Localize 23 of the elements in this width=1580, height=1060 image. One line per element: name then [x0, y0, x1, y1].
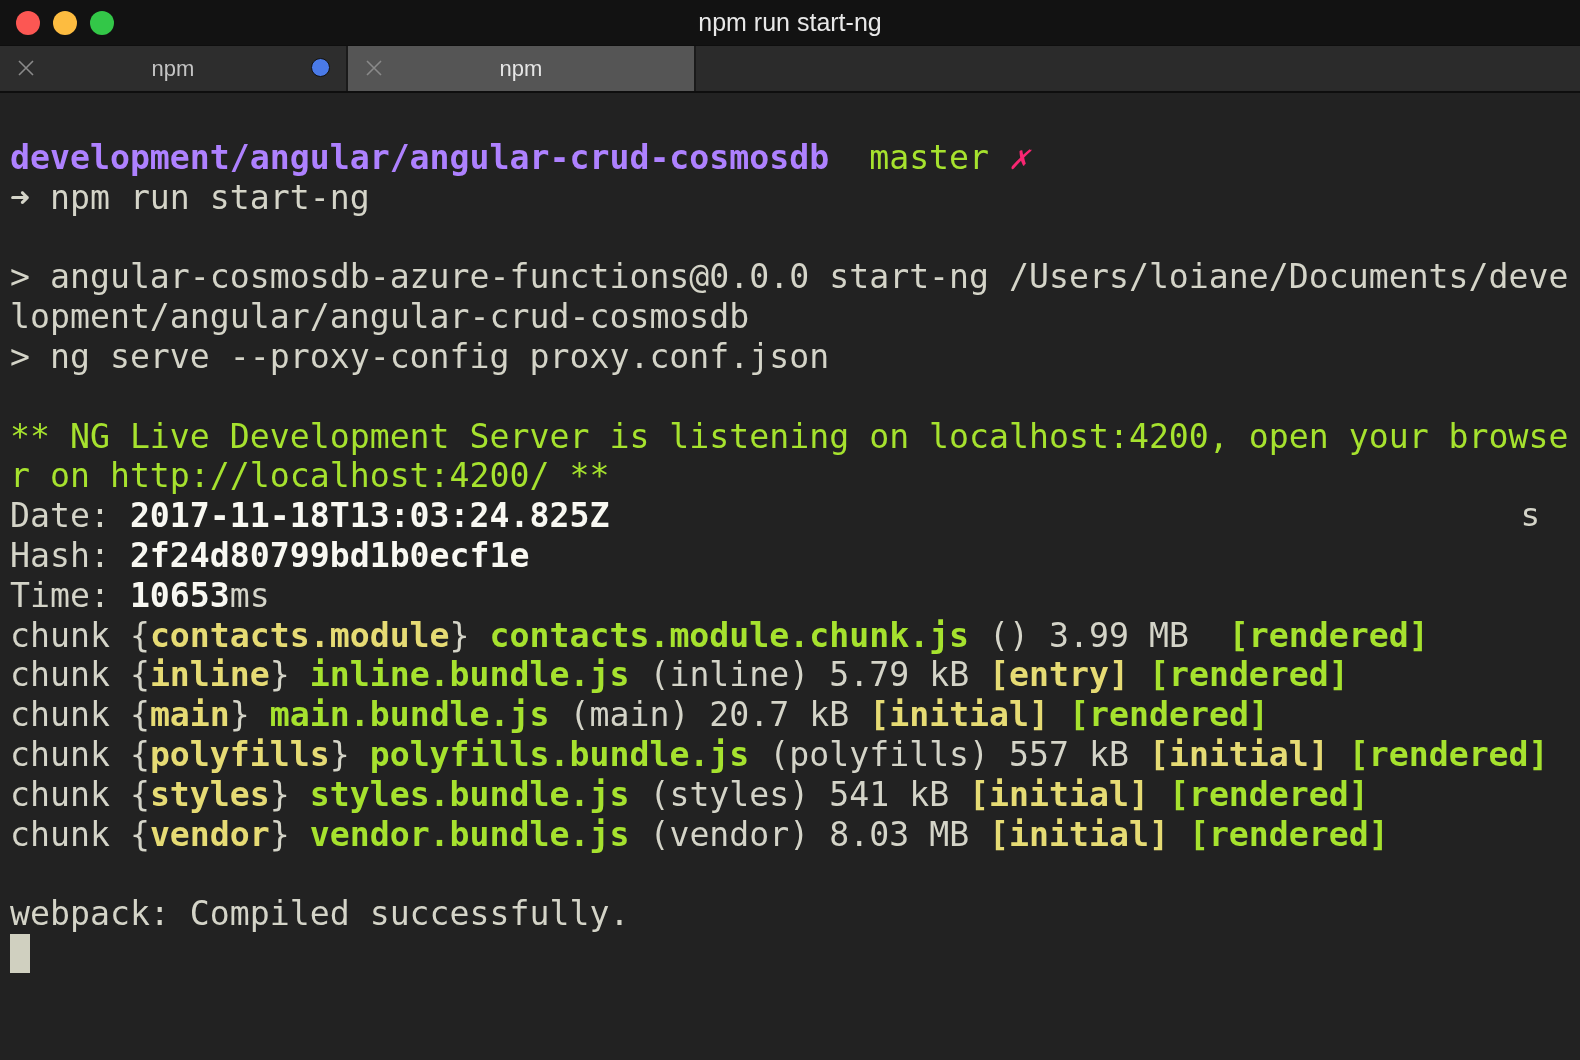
terminal-line: Time: 10653ms	[10, 575, 270, 616]
terminal-line: Hash: 2f24d80799bd1b0ecf1e	[10, 535, 530, 576]
terminal-line: chunk {polyfills} polyfills.bundle.js (polyfills) 557 kB [initial] [rendered]	[10, 734, 1549, 775]
terminal-line: chunk {contacts.module} contacts.module.chunk.js () 3.99 MB [rendered]	[10, 615, 1429, 656]
terminal-text: s	[1520, 496, 1540, 536]
terminal-line: lopment/angular/angular-crud-cosmosdb	[10, 297, 750, 337]
terminal-line: chunk {styles} styles.bundle.js (styles) 541 kB [initial] [rendered]	[10, 774, 1369, 815]
maximize-button[interactable]	[90, 10, 114, 35]
minimize-button[interactable]	[53, 10, 77, 35]
terminal-line: > angular-cosmosdb-azure-functions@0.0.0 start-ng /Users/loiane/Documents/deve	[10, 257, 1569, 298]
terminal-line: chunk {main} main.bundle.js (main) 20.7 kB [initial] [rendered]	[10, 695, 1269, 735]
terminal-line: ** NG Live Development Server is listening on localhost:4200, open your browse	[10, 416, 1569, 457]
window-title: npm run start-ng	[698, 8, 882, 36]
terminal-line: Date: 2017-11-18T13:03:24.825Z	[10, 496, 610, 536]
close-window-button[interactable]	[16, 10, 40, 35]
terminal-tab[interactable]: npm	[348, 46, 696, 91]
terminal-line: chunk {vendor} vendor.bundle.js (vendor) 8.03 MB [initial] [rendered]	[10, 814, 1389, 855]
terminal-line: r on http://localhost:4200/ **	[10, 456, 610, 497]
close-icon[interactable]	[18, 60, 34, 76]
terminal-line: webpack: Compiled successfully.	[10, 894, 630, 934]
terminal-line: ➜ npm run start-ng	[10, 177, 370, 218]
terminal-line: > ng serve --proxy-config proxy.conf.json	[10, 337, 830, 377]
terminal-line: chunk {inline} inline.bundle.js (inline) 5.79 kB [entry] [rendered]	[10, 655, 1349, 696]
